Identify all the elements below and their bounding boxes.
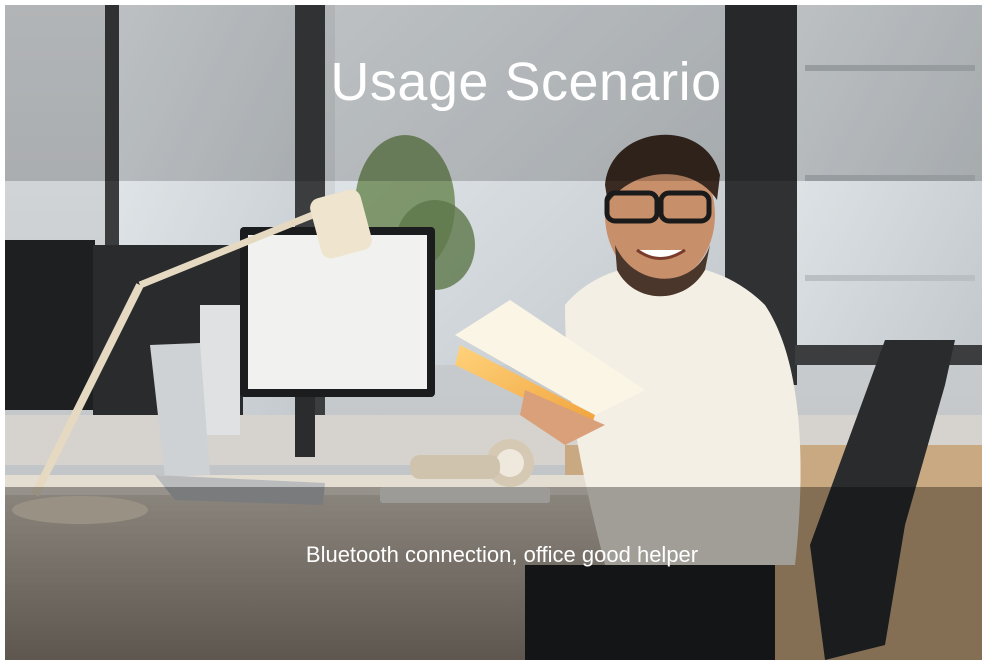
banner-caption: Bluetooth connection, office good helper xyxy=(305,542,699,567)
banner-title: Usage Scenario xyxy=(330,52,722,112)
product-banner: Usage Scenario Bluetooth connection, off… xyxy=(0,0,987,664)
caption-band xyxy=(5,487,982,660)
